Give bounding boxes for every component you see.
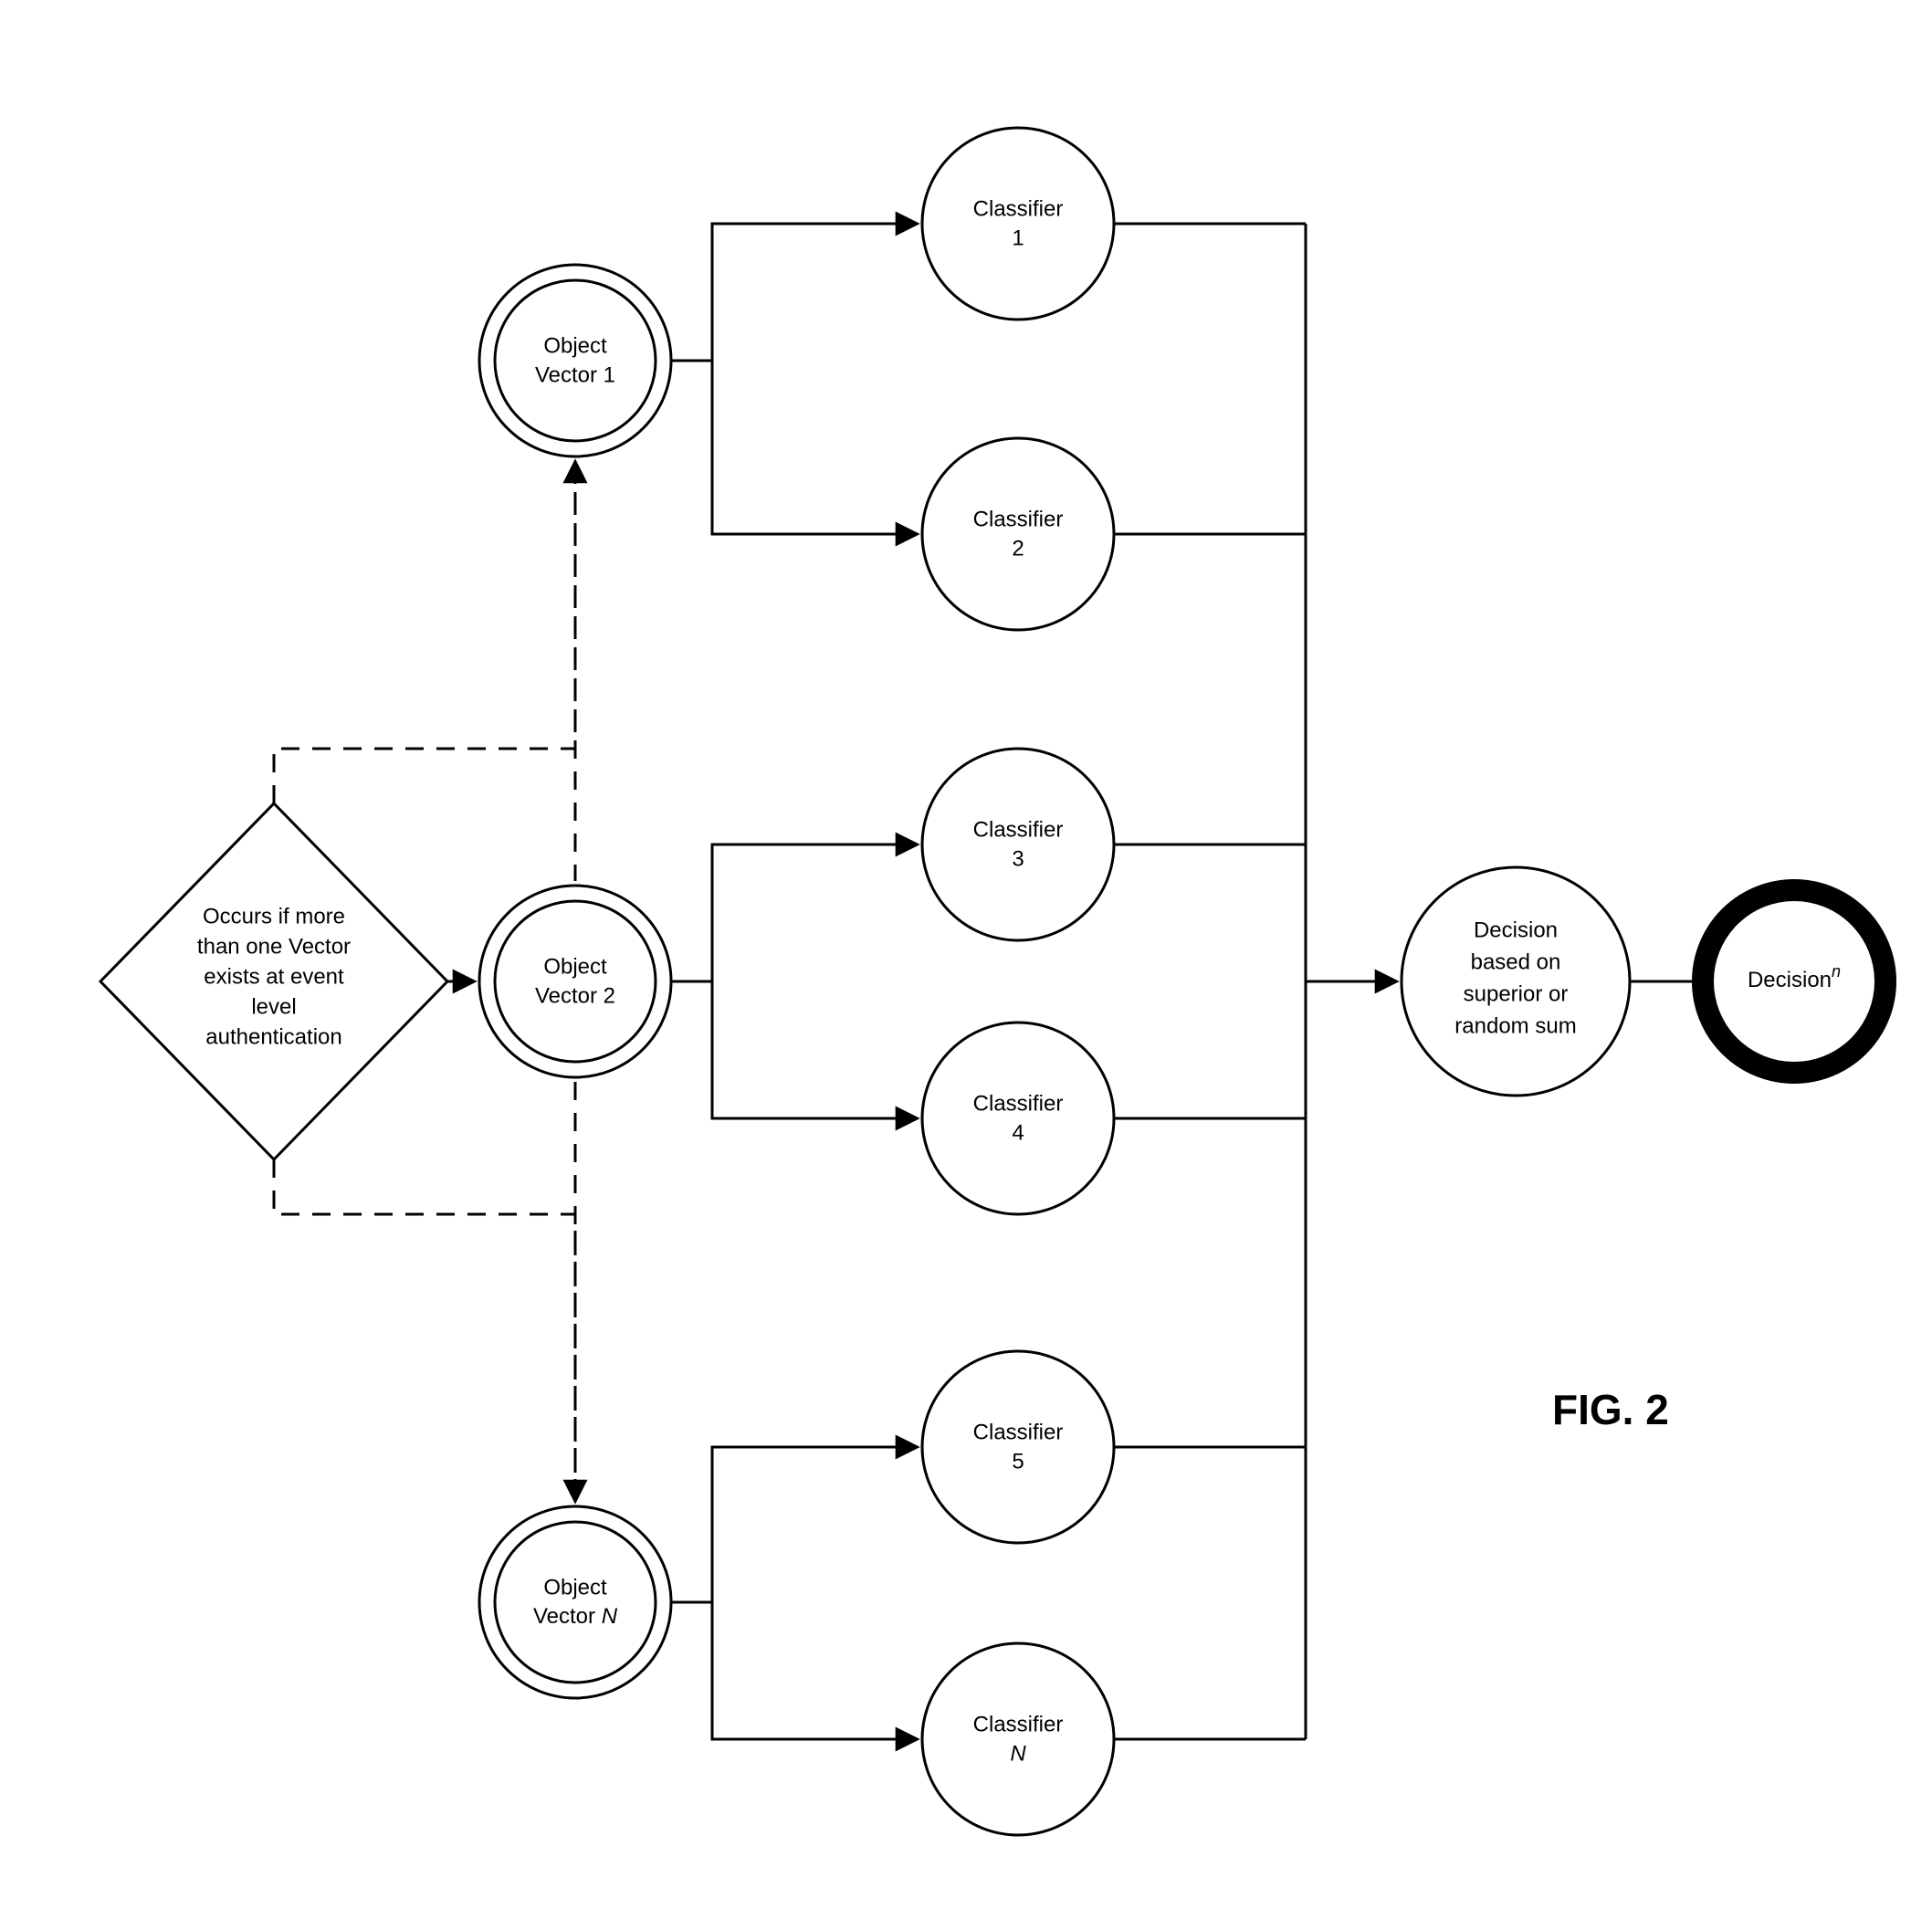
edge-condition-to-vector1 [274,461,575,803]
condition-line: Occurs if more [203,904,345,928]
vector-label: Vector 1 [535,362,615,387]
vector-label: Object [543,954,607,979]
edge-condition-to-vectorN [274,1159,575,1502]
object-vector-2: Object Vector 2 [479,886,671,1077]
classifier-label: Classifier [973,1091,1064,1116]
classifier-label: 3 [1012,846,1024,871]
classifier-n: Classifier N [922,1643,1114,1835]
edge-v2-c4 [712,981,918,1118]
classifier-label: Classifier [973,1712,1064,1736]
decision-basis-line: superior or [1464,981,1569,1006]
classifier-1: Classifier 1 [922,128,1114,320]
classifier-label: 2 [1012,536,1024,561]
classifier-label: Classifier [973,507,1064,531]
vector-label: Object [543,1575,607,1600]
classifier-4: Classifier 4 [922,1023,1114,1214]
edge-vN-cN [712,1602,918,1739]
classifier-label: 1 [1012,226,1024,250]
condition-line: than one Vector [197,934,351,959]
condition-line: authentication [205,1024,341,1049]
classifier-label: 5 [1012,1449,1024,1474]
vector-label: Vector 2 [535,983,615,1008]
condition-line: exists at event [204,964,344,989]
object-vector-1: Object Vector 1 [479,265,671,456]
decision-basis-line: random sum [1454,1013,1576,1038]
classifier-label: N [1010,1741,1026,1766]
decision-basis: Decision based on superior or random sum [1402,867,1630,1096]
decision-basis-line: Decision [1474,918,1558,942]
decision-basis-line: based on [1471,949,1561,974]
condition-diamond: Occurs if more than one Vector exists at… [100,803,447,1159]
vector-label: Object [543,333,607,358]
edge-vN-c5 [671,1447,918,1602]
final-decision: Decisionn [1703,890,1885,1073]
classifier-label: Classifier [973,817,1064,842]
edge-v1-c2 [712,361,918,534]
object-vector-n: Object Vector N [479,1506,671,1698]
edge-v1-c1 [671,224,918,361]
classifier-label: Classifier [973,1420,1064,1444]
classifier-3: Classifier 3 [922,749,1114,940]
classifier-label: Classifier [973,196,1064,221]
edge-v2-c3 [671,844,918,981]
classifier-label: 4 [1012,1120,1024,1145]
condition-line: level [251,994,296,1019]
classifier-5: Classifier 5 [922,1351,1114,1543]
vector-label: Vector N [533,1604,618,1629]
figure-label: FIG. 2 [1552,1386,1669,1433]
classifier-2: Classifier 2 [922,438,1114,630]
